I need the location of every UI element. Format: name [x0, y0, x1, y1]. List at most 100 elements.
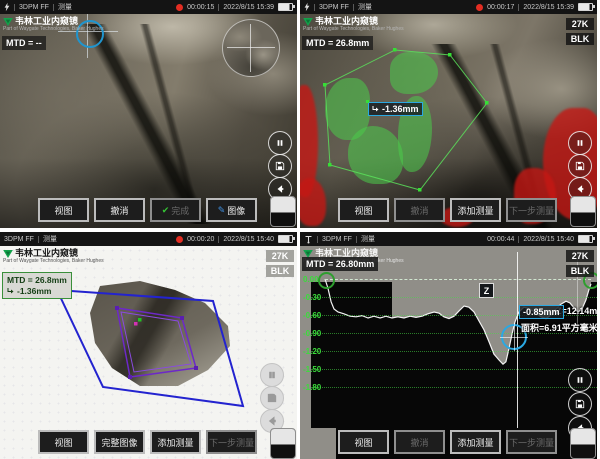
measure-polygon[interactable] — [300, 0, 597, 228]
panel-area-measure: 3DPM FF 测量 00:00:17 2022/8/15 15:39 韦林工业… — [300, 0, 597, 228]
record-time: 00:00:15 — [187, 4, 214, 11]
depth-result-label[interactable]: -1.36mm — [368, 102, 423, 116]
mtd-readout: MTD = 26.80mm — [302, 257, 378, 271]
check-icon: ✔ — [162, 205, 170, 216]
next-measure-button[interactable]: 下一步测量 — [206, 430, 257, 454]
datetime: 2022/8/15 15:39 — [523, 4, 574, 11]
depth-icon — [7, 287, 15, 295]
mode-label: 测量 — [43, 234, 57, 244]
gain-tag: 27K — [266, 250, 294, 262]
brand-tagline: Part of Waygate Technologies, Baker Hugh… — [3, 259, 104, 264]
gain-tag: 27K — [566, 250, 594, 262]
brand-logo: 韦林工业内窥镜 Part of Waygate Technologies, Ba… — [3, 17, 104, 32]
mode-label: 测量 — [58, 2, 72, 12]
add-measure-button[interactable]: 添加测量 — [150, 430, 201, 454]
probe-label: 3DPM FF — [319, 4, 349, 11]
depth-readout: -1.36mm — [17, 286, 52, 297]
status-bar: 3DPM FF 测量 00:00:20 2022/8/15 15:40 — [0, 232, 297, 246]
datetime: 2022/8/15 15:39 — [223, 4, 274, 11]
add-measure-button[interactable]: 添加测量 — [450, 430, 501, 454]
probe-label: 3DPM FF — [19, 4, 49, 11]
divider — [53, 4, 54, 11]
action-button-row: 视图 撤消 ✔完成 ✎图像 — [38, 198, 257, 222]
undo-button[interactable]: 撤消 — [394, 430, 445, 454]
recording-indicator — [176, 4, 183, 11]
view-button[interactable]: 视图 — [38, 430, 89, 454]
brightness-tag: BLK — [566, 33, 594, 45]
waygate-triangle-icon — [303, 18, 313, 26]
battery-icon — [278, 235, 293, 243]
mtd-readout: MTD = -- — [2, 36, 46, 50]
battery-icon — [578, 3, 593, 11]
view-button[interactable]: 视图 — [38, 198, 89, 222]
datetime: 2022/8/15 15:40 — [523, 236, 574, 243]
brightness-tag: BLK — [566, 265, 594, 277]
display-toggle[interactable] — [270, 428, 296, 459]
undo-button[interactable]: 撤消 — [94, 198, 145, 222]
display-toggle[interactable] — [570, 196, 596, 227]
brand-tagline: Part of Waygate Technologies, Baker Hugh… — [3, 27, 104, 32]
brand-logo: 韦林工业内窥镜 Part of Waygate Technologies, Ba… — [303, 17, 404, 32]
save-button[interactable] — [568, 154, 592, 178]
status-bar: 3DPM FF 测量 00:00:15 2022/8/15 15:39 — [0, 0, 297, 14]
probe-label: 3DPM FF — [322, 236, 352, 243]
display-toggle[interactable] — [270, 196, 296, 227]
save-button[interactable] — [268, 154, 292, 178]
next-measure-button[interactable]: 下一步测量 — [506, 198, 557, 222]
vertex-dot — [366, 100, 369, 103]
battery-icon — [578, 235, 593, 243]
power-bolt-icon — [304, 2, 310, 12]
z-marker: Z — [479, 283, 494, 298]
brightness-tag: BLK — [266, 265, 294, 277]
panel-point-cloud: 3DPM FF 测量 00:00:20 2022/8/15 15:40 韦林工业… — [0, 232, 297, 459]
recording-indicator — [176, 236, 183, 243]
inset-crosshair-h — [227, 47, 275, 48]
datetime: 2022/8/15 15:40 — [223, 236, 274, 243]
status-bar: 3DPM FF 测量 00:00:44 2022/8/15 15:40 — [300, 232, 597, 246]
save-button[interactable] — [260, 386, 284, 410]
brand-tagline: Part of Waygate Technologies, Baker Hugh… — [303, 27, 404, 32]
record-time: 00:00:20 — [187, 236, 214, 243]
pause-button[interactable] — [260, 363, 284, 387]
record-time: 00:00:17 — [487, 4, 514, 11]
done-button[interactable]: ✔完成 — [150, 198, 201, 222]
probe-tip-icon — [304, 235, 313, 244]
mtd-readout: MTD = 26.8mm — [7, 275, 67, 286]
area-result-label: 面积=6.91平方毫米 — [521, 321, 597, 334]
gain-tag: 27K — [566, 18, 594, 30]
view-button[interactable]: 视图 — [338, 430, 389, 454]
panel-live-view: 3DPM FF 测量 00:00:15 2022/8/15 15:39 韦林工业… — [0, 0, 297, 228]
probe-label: 3DPM FF — [4, 236, 34, 243]
recording-indicator — [476, 4, 483, 11]
profile-endpoint-left[interactable] — [318, 272, 335, 289]
save-button[interactable] — [568, 392, 592, 416]
battery-icon — [278, 3, 293, 11]
waygate-triangle-icon — [3, 18, 13, 26]
undo-button[interactable]: 撤消 — [394, 198, 445, 222]
secondary-cursor-line — [577, 252, 578, 332]
view-button[interactable]: 视图 — [338, 198, 389, 222]
cursor-depth-label: -0.85mm — [519, 305, 564, 319]
action-button-row: 视图 撤消 添加测量 下一步测量 — [338, 198, 557, 222]
record-time: 00:00:44 — [487, 236, 514, 243]
pause-button[interactable] — [568, 131, 592, 155]
frame-and-measure-overlay — [0, 232, 297, 459]
divider — [218, 4, 219, 11]
image-plane-outline — [57, 290, 243, 406]
add-measure-button[interactable]: 添加测量 — [450, 198, 501, 222]
brand-logo: 韦林工业内窥镜 Part of Waygate Technologies, Ba… — [3, 249, 104, 264]
status-bar: 3DPM FF 测量 00:00:17 2022/8/15 15:39 — [300, 0, 597, 14]
toggle-top — [271, 197, 295, 213]
full-image-button[interactable]: 完整图像 — [94, 430, 145, 454]
display-toggle[interactable] — [570, 428, 596, 459]
power-bolt-icon — [4, 2, 10, 12]
zoom-inset-window — [222, 19, 280, 77]
waygate-triangle-icon — [3, 250, 13, 258]
mode-label: 测量 — [361, 234, 375, 244]
pause-button[interactable] — [568, 368, 592, 392]
panel-depth-profile: 0.00-0.30-0.60-0.90-1.20-1.50-1.80 Z -0.… — [300, 232, 597, 459]
inset-crosshair-v — [250, 24, 251, 72]
image-button[interactable]: ✎图像 — [206, 198, 257, 222]
pause-button[interactable] — [268, 131, 292, 155]
next-measure-button[interactable]: 下一步测量 — [506, 430, 557, 454]
